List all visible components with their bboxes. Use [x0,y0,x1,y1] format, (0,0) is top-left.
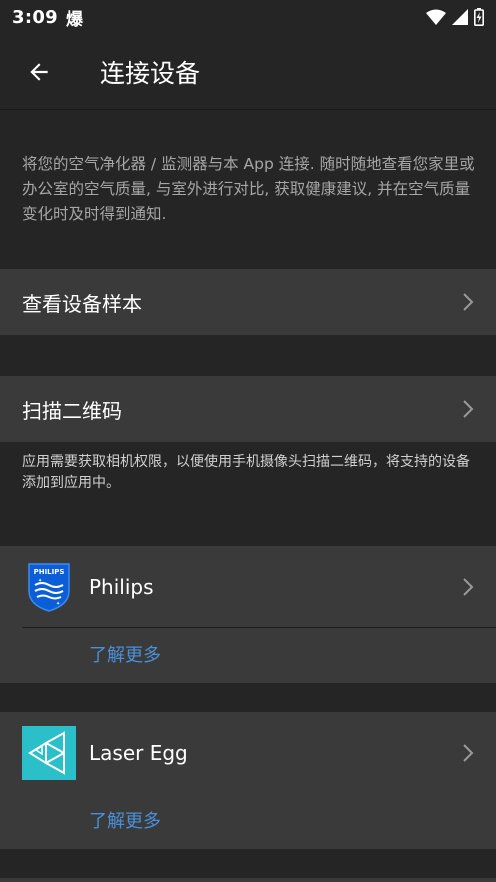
device-name-philips: Philips [89,575,154,599]
philips-logo-text: PHILIPS [34,568,65,576]
scan-qr-code-label: 扫描二维码 [22,398,122,423]
camera-permission-note: 应用需要获取相机权限，以便使用手机摄像头扫描二维码，将支持的设备添加到应用中。 [22,454,470,491]
chevron-right-icon [462,292,474,312]
laser-egg-logo [22,726,76,780]
connect-device-screen: 3:09 爆 连接设备 将您的空气净化器 / 监测器与本 App 连接. 随时随… [0,0,496,882]
battery-charging-icon [474,8,484,26]
learn-more-link-laser-egg[interactable]: 了解更多 [89,794,496,849]
cellular-signal-icon [452,9,468,25]
status-notification-glyph: 爆 [65,9,83,30]
app-bar: 连接设备 [0,34,496,110]
arrow-left-icon [30,62,48,81]
device-name-laser-egg: Laser Egg [89,741,188,765]
svg-text:✦: ✦ [38,578,42,584]
device-card-philips: PHILIPS ✦ ✦ Philips 了解更多 [0,546,496,683]
chevron-right-icon [462,577,474,597]
device-card-laser-egg: Laser Egg 了解更多 [0,712,496,849]
chevron-right-icon [462,399,474,419]
status-bar: 3:09 爆 [0,0,496,34]
status-time: 3:09 [12,6,58,28]
svg-text:✦: ✦ [56,601,60,607]
philips-logo: PHILIPS ✦ ✦ [22,560,76,614]
scan-qr-code-row[interactable]: 扫描二维码 [0,376,496,442]
next-card-edge [0,878,496,882]
intro-description: 将您的空气净化器 / 监测器与本 App 连接. 随时随地查看您家里或办公室的空… [22,155,475,223]
status-icons [426,8,484,26]
learn-more-link-philips[interactable]: 了解更多 [89,628,496,683]
wifi-icon [426,9,446,25]
view-device-samples-label: 查看设备样本 [22,291,142,316]
device-row-philips[interactable]: PHILIPS ✦ ✦ Philips [0,546,496,628]
back-button[interactable] [0,34,78,110]
view-device-samples-row[interactable]: 查看设备样本 [0,269,496,335]
device-row-laser-egg[interactable]: Laser Egg [0,712,496,794]
page-title: 连接设备 [100,58,201,88]
divider [22,627,496,628]
chevron-right-icon [462,743,474,763]
